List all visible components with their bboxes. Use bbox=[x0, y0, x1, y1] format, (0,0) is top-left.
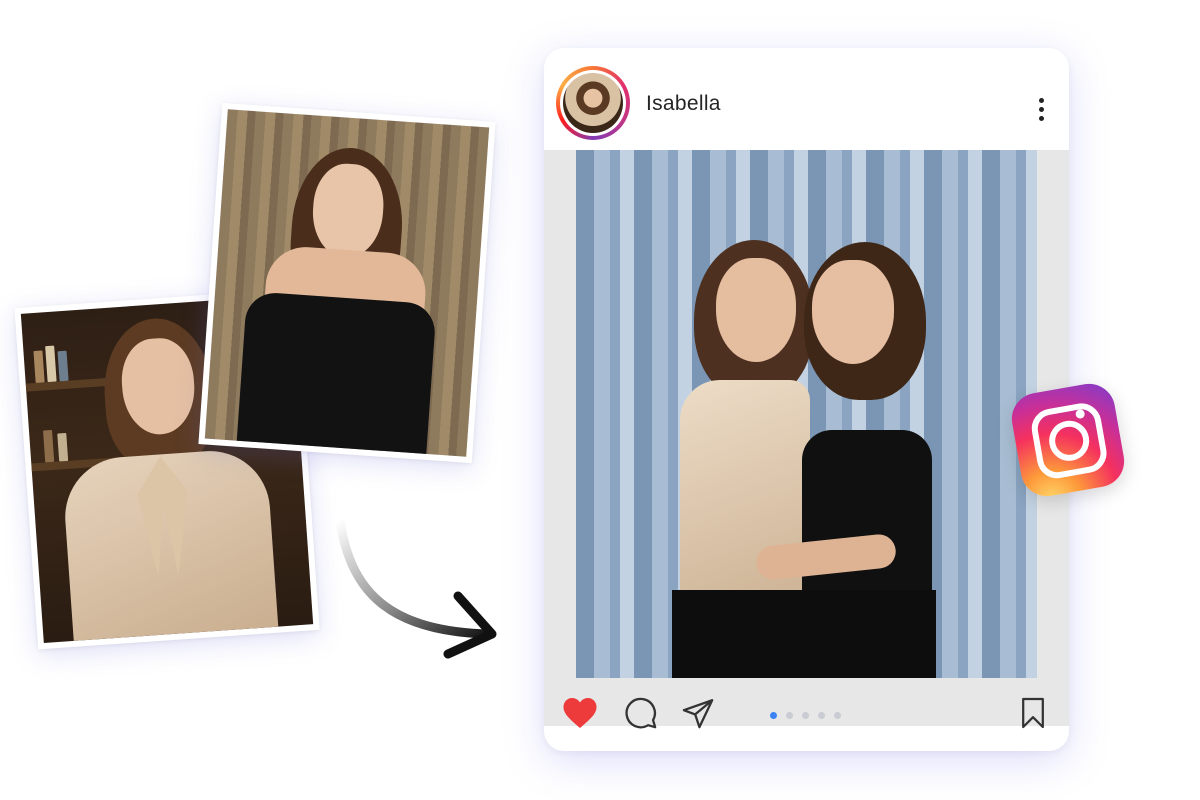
carousel-indicator[interactable] bbox=[770, 712, 841, 719]
more-vertical-icon[interactable] bbox=[1037, 98, 1045, 126]
post-header: Isabella bbox=[544, 48, 1069, 148]
instagram-post-card: Isabella bbox=[544, 48, 1069, 751]
carousel-dot[interactable] bbox=[834, 712, 841, 719]
comment-icon[interactable] bbox=[624, 696, 658, 730]
avatar-story-ring[interactable] bbox=[556, 66, 630, 140]
post-action-bar bbox=[544, 678, 1069, 751]
bookmark-icon[interactable] bbox=[1019, 696, 1047, 730]
carousel-dot[interactable] bbox=[802, 712, 809, 719]
post-image[interactable] bbox=[576, 150, 1037, 678]
source-photo-black-dress bbox=[198, 102, 496, 464]
post-media-frame bbox=[544, 150, 1069, 726]
send-icon[interactable] bbox=[681, 696, 715, 730]
instagram-logo-icon bbox=[1007, 379, 1129, 501]
avatar[interactable] bbox=[563, 73, 623, 133]
curved-arrow-icon bbox=[335, 515, 497, 659]
carousel-dot[interactable] bbox=[786, 712, 793, 719]
post-username[interactable]: Isabella bbox=[646, 92, 721, 116]
heart-icon[interactable] bbox=[562, 696, 598, 730]
carousel-dot[interactable] bbox=[818, 712, 825, 719]
carousel-dot[interactable] bbox=[770, 712, 777, 719]
